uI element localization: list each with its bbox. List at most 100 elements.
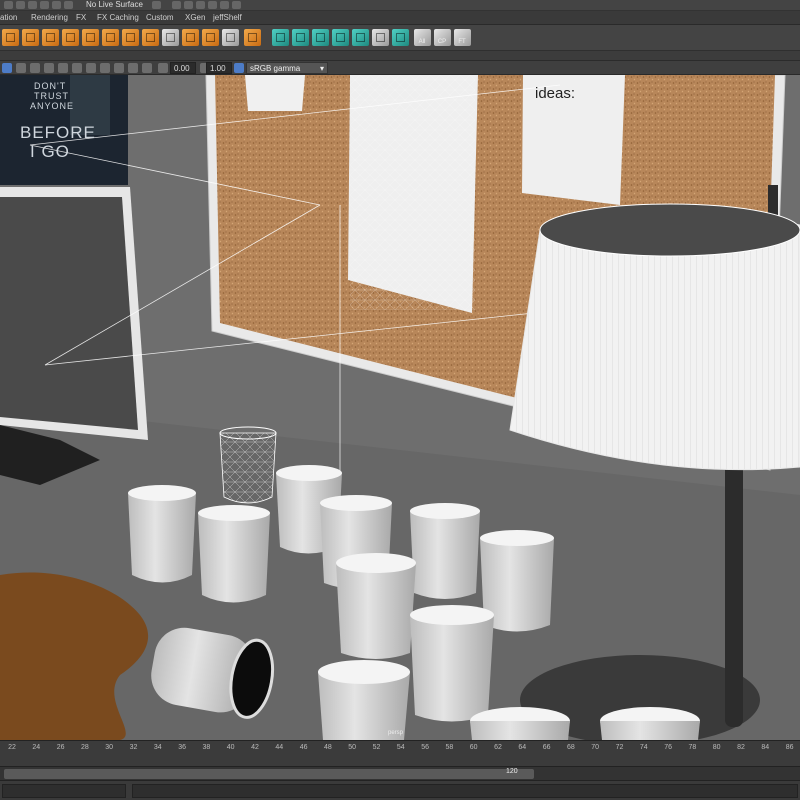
poster-line: I GO <box>30 142 70 161</box>
shelf-tool-icon[interactable] <box>122 29 139 46</box>
shelf-tool-icon[interactable] <box>142 29 159 46</box>
viewport-3d[interactable]: DON'T TRUST ANYONE BEFORE I GO ideas: pe… <box>0 75 800 740</box>
time-ticks: 22 24 26 28 30 32 34 36 38 40 42 44 46 48 50 52 54 56 58 60… <box>0 741 800 755</box>
poster-line: ANYONE <box>30 101 75 111</box>
lights-icon[interactable] <box>128 63 138 73</box>
shelf-cp-label: CP <box>437 39 447 45</box>
live-surface-label[interactable]: No Live Surface <box>86 0 143 9</box>
time-tick-label: 66 <box>542 744 551 751</box>
ipr-render-icon[interactable] <box>184 1 193 9</box>
shelf-tool-icon[interactable] <box>22 29 39 46</box>
time-tick-label: 26 <box>56 744 65 751</box>
shelf-tool-icon[interactable] <box>222 29 239 46</box>
shelf-tool-icon[interactable] <box>82 29 99 46</box>
shelf-tool-icon[interactable] <box>42 29 59 46</box>
textured-icon[interactable] <box>114 63 124 73</box>
viewport-scene <box>0 75 800 740</box>
color-space-select[interactable]: sRGB gamma ▾ <box>246 62 328 74</box>
shelf-separator <box>0 51 800 61</box>
time-tick-label: 58 <box>445 744 454 751</box>
time-tick-label: 36 <box>178 744 186 751</box>
time-slider[interactable]: 22 24 26 28 30 32 34 36 38 40 42 44 46 48 50 52 54 56 58 60… <box>0 740 800 766</box>
shelf-tabs: ation Rendering FX FX Caching Custom XGe… <box>0 11 800 25</box>
tab-rendering[interactable]: Rendering <box>31 13 68 22</box>
time-tick-label: 22 <box>8 744 16 751</box>
make-live-icon[interactable] <box>64 1 73 9</box>
render-icon[interactable] <box>172 1 181 9</box>
range-end-field[interactable]: 120 <box>506 768 518 775</box>
time-tick-label: 44 <box>275 744 284 751</box>
time-tick-label: 42 <box>251 744 259 751</box>
poster-line: TRUST <box>34 91 69 101</box>
time-tick-label: 76 <box>664 744 672 751</box>
shelf-tool-icon[interactable] <box>182 29 199 46</box>
tab-custom[interactable]: Custom <box>146 13 174 22</box>
light-editor-icon[interactable] <box>232 1 241 9</box>
command-line-input[interactable] <box>2 784 126 798</box>
shelf-tool-icon[interactable] <box>2 29 19 46</box>
bookmark-icon[interactable] <box>30 63 40 73</box>
resolution-gate-icon[interactable] <box>72 63 82 73</box>
time-tick-label: 86 <box>785 744 794 751</box>
lock-camera-icon[interactable] <box>16 63 26 73</box>
shelf-tool-icon[interactable] <box>202 29 219 46</box>
shelf-tool-icon[interactable] <box>272 29 289 46</box>
shelf-tool-icon[interactable] <box>162 29 179 46</box>
command-line-bar <box>0 780 800 800</box>
render-settings-icon[interactable] <box>196 1 205 9</box>
time-tick-label: 54 <box>396 744 405 751</box>
shelf-tool-icon[interactable] <box>332 29 349 46</box>
render-view-icon[interactable] <box>220 1 229 9</box>
time-tick-label: 52 <box>372 744 381 751</box>
time-tick-label: 68 <box>566 744 575 751</box>
color-management-icon[interactable] <box>234 63 244 73</box>
tab-xgen[interactable]: XGen <box>185 13 205 22</box>
time-tick-label: 30 <box>105 744 114 751</box>
tab-animation[interactable]: ation <box>0 13 17 22</box>
shelf-tool-icon[interactable] <box>312 29 329 46</box>
time-tick-label: 78 <box>688 744 697 751</box>
range-slider[interactable] <box>4 769 534 779</box>
wireframe-icon[interactable] <box>86 63 96 73</box>
select-mode-icon[interactable] <box>4 1 13 9</box>
help-line <box>132 784 798 798</box>
smooth-shade-icon[interactable] <box>100 63 110 73</box>
camera-icon[interactable] <box>2 63 12 73</box>
time-tick-label: 46 <box>299 744 308 751</box>
shelf-ft-label: FT <box>458 39 466 45</box>
tab-fx-caching[interactable]: FX Caching <box>97 13 139 22</box>
chevron-down-icon: ▾ <box>319 64 324 73</box>
snap-curve-icon[interactable] <box>28 1 37 9</box>
snap-grid-icon[interactable] <box>16 1 25 9</box>
grid-icon[interactable] <box>44 63 54 73</box>
camera-name-label: persp <box>388 730 404 736</box>
time-tick-label: 34 <box>153 744 162 751</box>
tab-fx[interactable]: FX <box>76 13 86 22</box>
time-tick-label: 80 <box>712 744 721 751</box>
time-tick-label: 82 <box>737 744 745 751</box>
snap-point-icon[interactable] <box>40 1 49 9</box>
gamma-field[interactable]: 1.00 <box>206 62 232 74</box>
time-tick-label: 60 <box>469 744 478 751</box>
exposure-field[interactable]: 0.00 <box>170 62 196 74</box>
shelf-tool-icon[interactable] <box>292 29 309 46</box>
tab-jeffshelf[interactable]: jeffShelf <box>213 13 242 22</box>
shelf-tool-icon[interactable] <box>392 29 409 46</box>
time-tick-label: 24 <box>32 744 41 751</box>
shelf-tool-icon[interactable] <box>244 29 261 46</box>
film-gate-icon[interactable] <box>58 63 68 73</box>
shelf: All CP FT <box>0 25 800 51</box>
note-text: ideas: <box>535 85 576 102</box>
isolate-icon[interactable] <box>142 63 152 73</box>
shelf-tool-icon[interactable] <box>102 29 119 46</box>
panel-toolbar: 0.00 1.00 sRGB gamma ▾ <box>0 61 800 75</box>
shelf-tool-icon[interactable] <box>62 29 79 46</box>
hypershade-icon[interactable] <box>208 1 217 9</box>
range-slider-bar: 120 <box>0 766 800 780</box>
snap-view-icon[interactable] <box>52 1 61 9</box>
shelf-tool-icon[interactable] <box>352 29 369 46</box>
history-icon[interactable] <box>152 1 161 9</box>
time-tick-label: 62 <box>494 744 502 751</box>
poster-line: BEFORE <box>20 123 96 142</box>
shelf-tool-icon[interactable] <box>372 29 389 46</box>
